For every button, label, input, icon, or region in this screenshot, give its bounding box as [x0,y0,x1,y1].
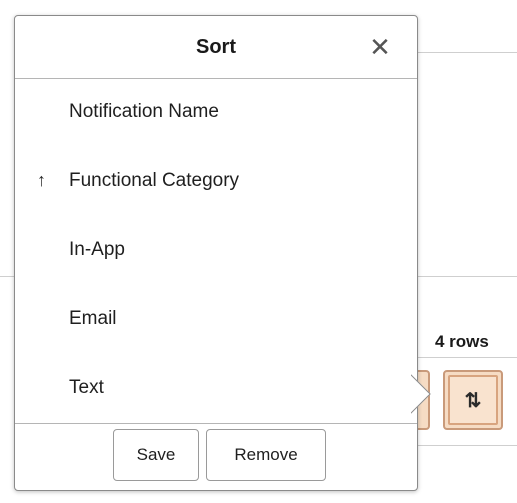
sort-icon: ⇅ [448,375,498,425]
sort-ascending-arrow-icon: ↑ [37,170,46,190]
background-divider-rows [418,357,517,358]
save-button[interactable]: Save [113,429,199,481]
sort-toggle-button[interactable]: ⇅ [443,370,503,430]
background-divider-top [418,52,517,53]
popup-pointer [411,374,437,414]
popup-title: Sort [196,36,236,58]
sort-item-label: In-App [69,239,125,260]
popup-footer: Save Remove [15,423,417,490]
sort-item-functional-category[interactable]: ↑ Functional Category [15,148,417,217]
sort-item-label: Functional Category [69,170,240,191]
sort-item-label: Notification Name [69,101,219,122]
sort-item-in-app[interactable]: In-App [15,217,417,286]
row-count-label: 4 rows [435,332,489,351]
popup-header: Sort ✕ [15,16,417,79]
remove-button[interactable]: Remove [206,429,326,481]
close-icon: ✕ [369,31,391,62]
background-divider-bottom [418,445,517,446]
sort-popup: Sort ✕ Notification Name ↑ Functional Ca… [14,15,418,491]
sort-item-label: Text [69,377,104,398]
sort-item-text[interactable]: Text [15,355,417,424]
close-button[interactable]: ✕ [363,30,397,64]
sort-item-label: Email [69,308,117,329]
sort-field-list: Notification Name ↑ Functional Category … [15,79,417,424]
sort-item-email[interactable]: Email [15,286,417,355]
sort-item-notification-name[interactable]: Notification Name [15,79,417,148]
